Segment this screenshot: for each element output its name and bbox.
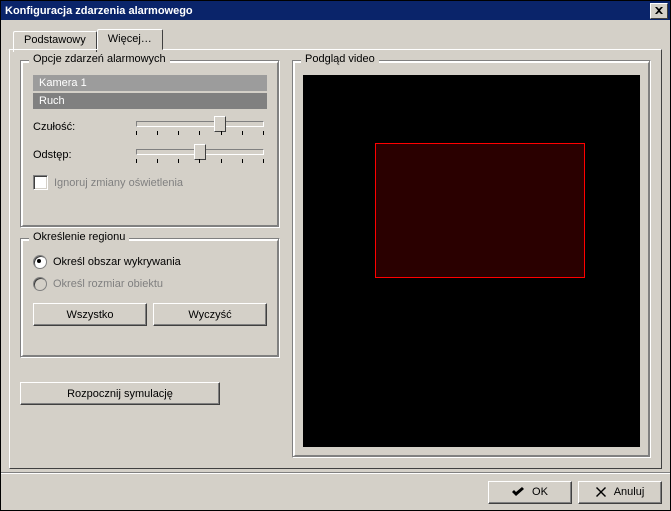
alarm-options-group: Opcje zdarzeń alarmowych Kamera 1 Ruch C… <box>20 60 280 228</box>
video-canvas[interactable] <box>303 75 640 447</box>
radio-detect-label: Określ obszar wykrywania <box>53 256 181 268</box>
cancel-button[interactable]: Anuluj <box>578 481 662 504</box>
ok-button[interactable]: OK <box>488 481 572 504</box>
dialog-window: Konfiguracja zdarzenia alarmowego Podsta… <box>0 0 671 511</box>
clear-button[interactable]: Wyczyść <box>153 303 267 326</box>
interval-label: Odstęp: <box>33 149 133 161</box>
client-area: Podstawowy Więcej… Opcje zdarzeń alarmow… <box>1 20 670 473</box>
event-select-value: Ruch <box>39 95 65 107</box>
interval-row: Odstęp: <box>33 145 267 165</box>
tab-more[interactable]: Więcej… <box>97 29 163 50</box>
region-group-label: Określenie regionu <box>29 231 129 243</box>
sensitivity-slider[interactable] <box>133 117 267 137</box>
left-column: Opcje zdarzeń alarmowych Kamera 1 Ruch C… <box>20 60 280 458</box>
alarm-options-label: Opcje zdarzeń alarmowych <box>29 53 170 65</box>
video-preview-group: Podgląd video <box>292 60 651 458</box>
dialog-footer: OK Anuluj <box>1 473 670 510</box>
video-preview-label: Podgląd video <box>301 53 379 65</box>
window-title: Konfiguracja zdarzenia alarmowego <box>5 5 193 17</box>
radio-detect-area[interactable]: Określ obszar wykrywania <box>33 253 267 271</box>
checkbox-icon <box>33 175 48 190</box>
sensitivity-label: Czułość: <box>33 121 133 133</box>
region-button-row: Wszystko Wyczyść <box>33 303 267 326</box>
check-icon <box>512 487 524 497</box>
simulation-row: Rozpocznij symulację <box>20 382 280 405</box>
detection-region[interactable] <box>375 143 585 278</box>
close-icon[interactable] <box>650 3 668 19</box>
ok-label: OK <box>532 486 548 498</box>
radio-size-label: Określ rozmiar obiektu <box>53 278 163 290</box>
ignore-lighting-label: Ignoruj zmiany oświetlenia <box>54 177 183 189</box>
x-icon <box>596 487 606 497</box>
right-column: Podgląd video <box>292 60 651 458</box>
start-simulation-button[interactable]: Rozpocznij symulację <box>20 382 220 405</box>
clear-label: Wyczyść <box>188 309 231 321</box>
interval-slider[interactable] <box>133 145 267 165</box>
cancel-label: Anuluj <box>614 486 645 498</box>
tab-panel: Opcje zdarzeń alarmowych Kamera 1 Ruch C… <box>9 49 662 469</box>
tab-strip: Podstawowy Więcej… <box>13 29 662 50</box>
start-simulation-label: Rozpocznij symulację <box>67 388 173 400</box>
radio-object-size: Określ rozmiar obiektu <box>33 275 267 293</box>
titlebar: Konfiguracja zdarzenia alarmowego <box>1 1 670 20</box>
radio-icon <box>33 255 47 269</box>
ignore-lighting-checkbox: Ignoruj zmiany oświetlenia <box>33 175 267 190</box>
event-select[interactable]: Ruch <box>33 93 267 109</box>
camera-select-value: Kamera 1 <box>39 77 87 89</box>
camera-select[interactable]: Kamera 1 <box>33 75 267 91</box>
tab-more-label: Więcej… <box>108 33 152 45</box>
radio-icon <box>33 277 47 291</box>
select-all-button[interactable]: Wszystko <box>33 303 147 326</box>
region-group: Określenie regionu Określ obszar wykrywa… <box>20 238 280 358</box>
tab-basic-label: Podstawowy <box>24 34 86 46</box>
sensitivity-row: Czułość: <box>33 117 267 137</box>
select-all-label: Wszystko <box>66 309 113 321</box>
